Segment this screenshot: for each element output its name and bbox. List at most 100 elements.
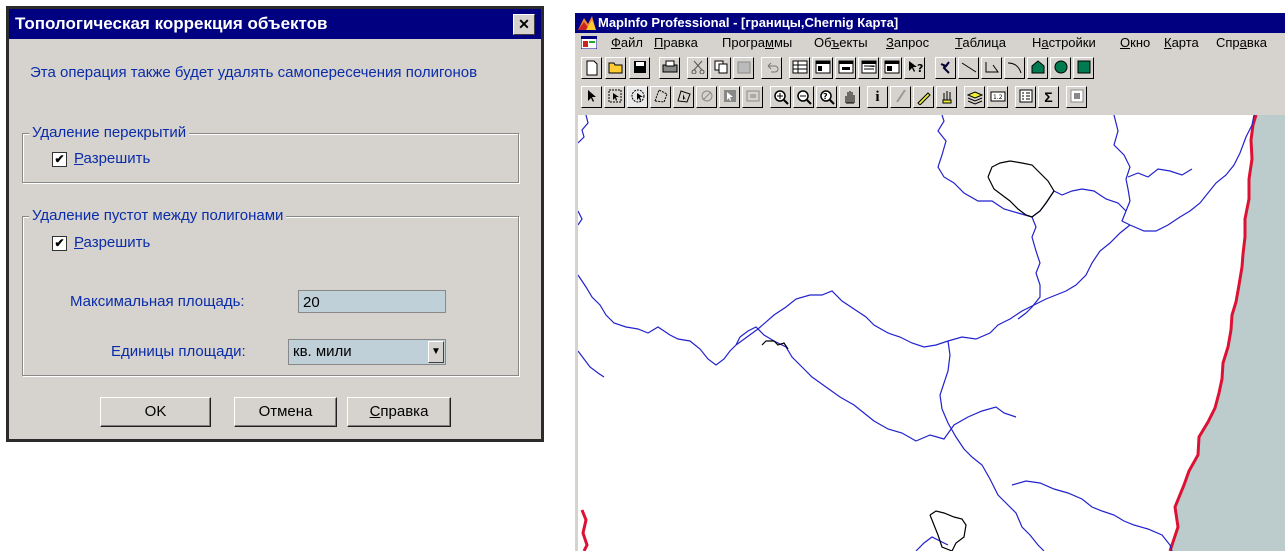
- map-canvas[interactable]: [577, 114, 1285, 552]
- redistrict-icon[interactable]: [881, 57, 902, 79]
- boundary-line-3: [735, 326, 1017, 442]
- zoom-in-icon[interactable]: [770, 86, 791, 108]
- select-icon[interactable]: [581, 86, 602, 108]
- drag-window-icon[interactable]: [936, 86, 957, 108]
- unselect-icon[interactable]: [696, 86, 717, 108]
- cut-icon[interactable]: [687, 57, 708, 79]
- graph-icon[interactable]: [835, 57, 856, 79]
- ruler-icon[interactable]: 1.2: [987, 86, 1008, 108]
- menu-file[interactable]: Файл: [611, 33, 643, 53]
- undo-icon[interactable]: [761, 57, 782, 79]
- menu-query[interactable]: Запрос: [886, 33, 929, 53]
- graph-select-icon[interactable]: [742, 86, 763, 108]
- help-button[interactable]: Справка: [347, 397, 451, 427]
- menu-objects[interactable]: Объекты: [814, 33, 868, 53]
- mapinfo-title-bar[interactable]: MapInfo Professional - [границы,Chernig …: [575, 13, 1285, 33]
- legend-icon[interactable]: [1015, 86, 1036, 108]
- district-boundaries: [577, 114, 1255, 552]
- boundary-line-11: [1113, 114, 1131, 226]
- dialog-description: Эта операция также будет удалять самопер…: [30, 64, 478, 81]
- symbol-icon[interactable]: [935, 57, 956, 79]
- menu-edit[interactable]: Правка: [654, 33, 698, 53]
- marquee-select-icon[interactable]: [604, 86, 625, 108]
- tools-toolbar: ? i 1.2 Σ: [575, 83, 1285, 113]
- info-icon[interactable]: i: [867, 86, 888, 108]
- boundary-line-6: [1129, 114, 1255, 232]
- copy-icon[interactable]: [710, 57, 731, 79]
- boundary-line-8: [1011, 480, 1173, 552]
- boundary-line-17: [915, 536, 949, 552]
- map-drawing: [577, 114, 1285, 552]
- document-icon[interactable]: [581, 36, 597, 49]
- save-icon[interactable]: [629, 57, 650, 79]
- menu-bar: Файл Правка Программы Объекты Запрос Таб…: [575, 33, 1285, 53]
- change-view-icon[interactable]: ?: [816, 86, 837, 108]
- outside-region: [1170, 115, 1285, 551]
- help-pointer-icon[interactable]: ?: [904, 57, 925, 79]
- svg-text:?: ?: [823, 92, 828, 101]
- dialog-title-bar[interactable]: Топологическая коррекция объектов ✕: [9, 9, 541, 39]
- gaps-allow-label[interactable]: Разрешить: [74, 234, 150, 251]
- boundary-line-16: [577, 210, 583, 226]
- close-button[interactable]: ✕: [513, 14, 535, 35]
- label-icon[interactable]: [913, 86, 934, 108]
- area-units-label: Единицы площади:: [111, 343, 246, 360]
- layout-icon[interactable]: [858, 57, 879, 79]
- ok-button[interactable]: OK: [100, 397, 211, 427]
- map-icon[interactable]: [812, 57, 833, 79]
- menu-map[interactable]: Карта: [1164, 33, 1199, 53]
- rectangle-icon[interactable]: [1073, 57, 1094, 79]
- main-toolbar: ?: [575, 54, 1285, 84]
- arc-icon[interactable]: [1004, 57, 1025, 79]
- invert-select-icon[interactable]: [719, 86, 740, 108]
- mapinfo-window: MapInfo Professional - [границы,Chernig …: [575, 13, 1285, 552]
- polygon-icon[interactable]: [1027, 57, 1048, 79]
- hotlink-icon[interactable]: [890, 86, 911, 108]
- mapinfo-title: MapInfo Professional - [границы,Chernig …: [598, 15, 899, 30]
- paste-icon[interactable]: [733, 57, 754, 79]
- menu-table[interactable]: Таблица: [955, 33, 1006, 53]
- boundary-line-2: [577, 274, 737, 366]
- area-units-value: кв. мили: [293, 343, 352, 360]
- zoom-out-icon[interactable]: [793, 86, 814, 108]
- clip-icon[interactable]: [1066, 86, 1087, 108]
- grabber-icon[interactable]: [839, 86, 860, 108]
- cancel-button[interactable]: Отмена: [234, 397, 337, 427]
- area-units-select[interactable]: кв. мили ▼: [288, 339, 446, 365]
- mapinfo-logo-icon: [578, 16, 596, 30]
- open-icon[interactable]: [605, 57, 626, 79]
- polygon-select-icon[interactable]: [650, 86, 671, 108]
- menu-programs[interactable]: Программы: [722, 33, 792, 53]
- menu-help[interactable]: Справка: [1216, 33, 1267, 53]
- overlap-allow-checkbox[interactable]: ✔: [52, 152, 67, 167]
- layer-control-icon[interactable]: [964, 86, 985, 108]
- check-icon: ✔: [54, 152, 65, 166]
- menu-window[interactable]: Окно: [1120, 33, 1150, 53]
- svg-text:?: ?: [917, 62, 923, 74]
- print-icon[interactable]: [659, 57, 680, 79]
- check-icon: ✔: [54, 236, 65, 250]
- overlap-group: Удаление перекрытий ✔ Разрешить: [22, 124, 519, 183]
- ellipse-icon[interactable]: [1050, 57, 1071, 79]
- menu-options[interactable]: Настройки: [1032, 33, 1096, 53]
- close-icon: ✕: [518, 16, 530, 32]
- state-border-left-line: [580, 509, 589, 552]
- polyline-icon[interactable]: [981, 57, 1002, 79]
- dialog-title: Топологическая коррекция объектов: [15, 14, 328, 33]
- line-icon[interactable]: [958, 57, 979, 79]
- new-icon[interactable]: [581, 57, 602, 79]
- browser-icon[interactable]: [789, 57, 810, 79]
- boundary-line-10: [937, 114, 1033, 218]
- statistics-icon[interactable]: Σ: [1038, 86, 1059, 108]
- boundary-select-icon[interactable]: [673, 86, 694, 108]
- boundary-line-7: [939, 340, 1045, 552]
- overlap-allow-label[interactable]: Разрешить: [74, 150, 150, 167]
- radius-select-icon[interactable]: [627, 86, 648, 108]
- boundary-line-14: [1127, 168, 1193, 178]
- boundary-line-15: [577, 350, 605, 378]
- max-area-input[interactable]: 20: [298, 290, 446, 313]
- dropdown-arrow-icon[interactable]: ▼: [428, 341, 444, 363]
- gaps-allow-checkbox[interactable]: ✔: [52, 236, 67, 251]
- topology-dialog: Топологическая коррекция объектов ✕ Эта …: [6, 6, 544, 442]
- boundary-line-4: [735, 290, 949, 348]
